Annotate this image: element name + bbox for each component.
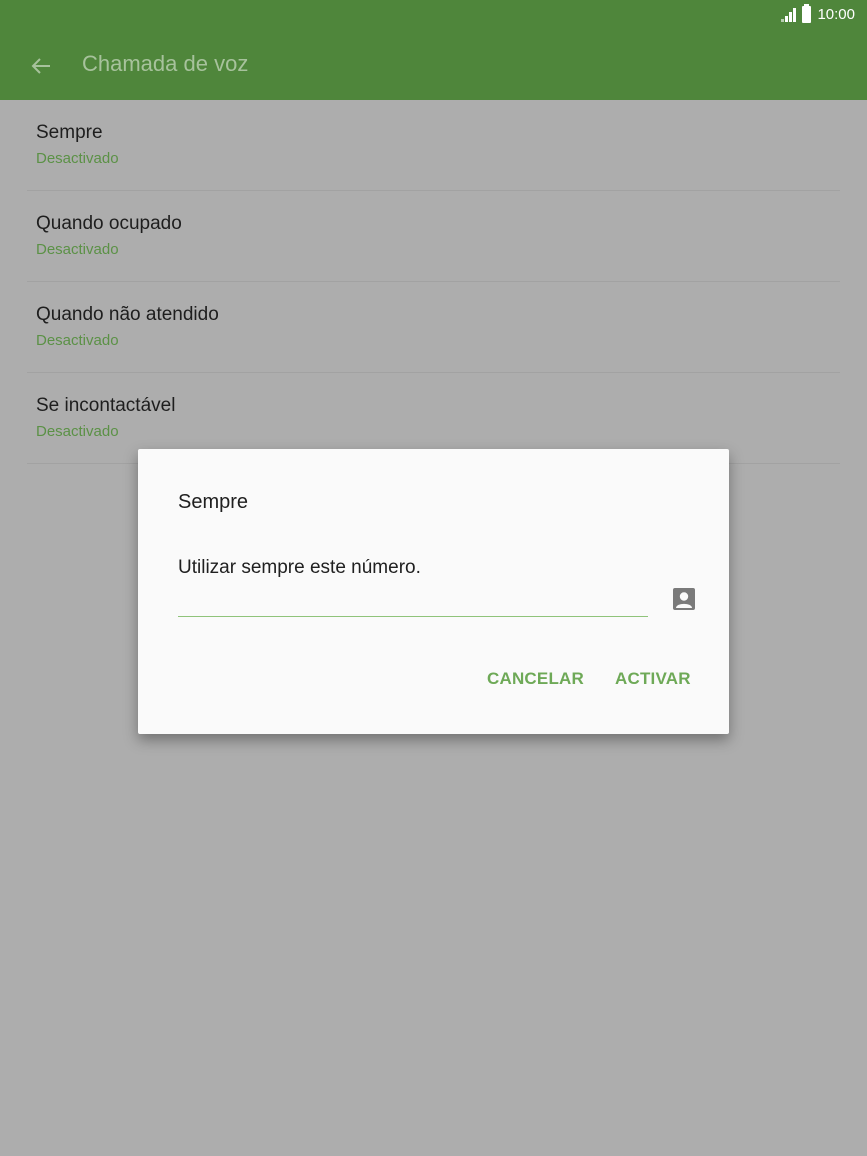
arrow-left-icon	[31, 58, 50, 74]
signal-icon	[781, 7, 797, 22]
contact-picker-icon	[673, 588, 695, 610]
dialog-title: Sempre	[178, 491, 249, 513]
activate-button[interactable]: ACTIVAR	[615, 669, 691, 689]
status-icons: 10:00	[781, 4, 855, 23]
forwarding-dialog: Sempre Utilizar sempre este número. CANC…	[138, 449, 729, 734]
list-item-status: Desactivado	[36, 241, 119, 258]
list-item-status: Desactivado	[36, 423, 119, 440]
app-bar: Chamada de voz	[0, 31, 867, 100]
cancel-button[interactable]: CANCELAR	[487, 669, 584, 689]
back-button[interactable]	[24, 49, 58, 83]
list-item-status: Desactivado	[36, 332, 119, 349]
list-item-title: Quando ocupado	[36, 213, 182, 234]
call-forwarding-list: Sempre Desactivado Quando ocupado Desact…	[0, 100, 867, 464]
list-item-always[interactable]: Sempre Desactivado	[27, 100, 840, 191]
page-title: Chamada de voz	[82, 51, 249, 76]
dialog-message: Utilizar sempre este número.	[178, 557, 421, 578]
contact-picker-button[interactable]	[672, 587, 696, 611]
list-item-status: Desactivado	[36, 150, 119, 167]
list-item-title: Se incontactável	[36, 395, 176, 416]
list-item-when-unanswered[interactable]: Quando não atendido Desactivado	[27, 282, 840, 373]
list-item-title: Quando não atendido	[36, 304, 219, 325]
status-time: 10:00	[817, 6, 855, 23]
battery-icon	[802, 4, 812, 23]
list-item-title: Sempre	[36, 122, 103, 143]
status-bar: 10:00	[0, 0, 867, 31]
list-item-when-busy[interactable]: Quando ocupado Desactivado	[27, 191, 840, 282]
phone-number-input[interactable]	[178, 589, 648, 617]
